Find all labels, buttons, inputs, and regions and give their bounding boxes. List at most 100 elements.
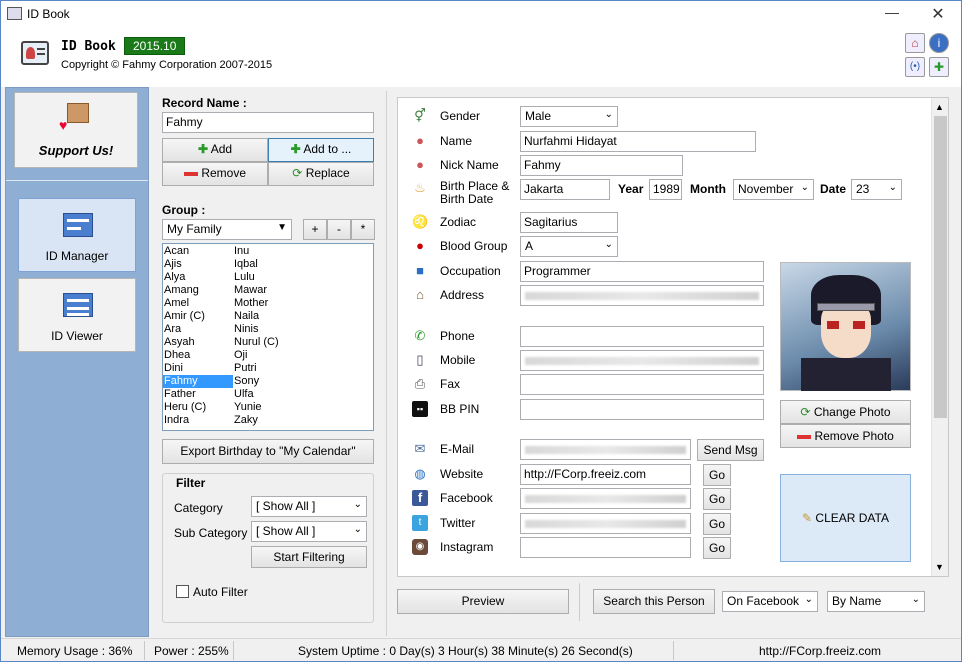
add-button[interactable]: ✚ Add <box>162 138 268 162</box>
list-item[interactable]: Amang <box>163 284 233 297</box>
replace-button[interactable]: ⟳ Replace <box>268 162 374 186</box>
home-icon[interactable]: ⌂ <box>905 33 925 53</box>
nick-name-input[interactable]: Fahmy <box>520 155 683 176</box>
date-select[interactable]: 23 ⌄ <box>851 179 902 200</box>
instagram-go-button[interactable]: Go <box>703 537 731 559</box>
search-person-button[interactable]: Search this Person <box>593 589 715 614</box>
website-go-button[interactable]: Go <box>703 464 731 486</box>
list-item[interactable]: Amel <box>163 297 233 310</box>
zodiac-input[interactable]: Sagitarius <box>520 212 618 233</box>
category-select[interactable]: [ Show All ] ⌄ <box>251 496 367 517</box>
search-mode-select[interactable]: By Name ⌄ <box>827 591 925 612</box>
sync-icon[interactable]: (•) <box>905 57 925 77</box>
list-item[interactable]: Zaky <box>233 414 303 427</box>
house-icon: ⌂ <box>416 287 424 302</box>
start-filtering-button[interactable]: Start Filtering <box>251 546 367 568</box>
name-list[interactable]: Acan Ajis Alya Amang Amel Amir (C) Ara Asyah Dhe… <box>162 243 374 431</box>
year-input[interactable]: 1989 <box>649 179 682 200</box>
profile-photo <box>780 262 911 391</box>
list-item[interactable]: Lulu <box>233 271 303 284</box>
website-link[interactable]: http://FCorp.freeiz.com <box>759 644 881 658</box>
search-site-select[interactable]: On Facebook ⌄ <box>722 591 818 612</box>
change-photo-button[interactable]: ⟳ Change Photo <box>780 400 911 424</box>
close-button[interactable]: ✕ <box>923 4 953 23</box>
list-item[interactable]: Iqbal <box>233 258 303 271</box>
support-us-label: Support Us! <box>38 143 114 158</box>
mobile-input[interactable] <box>520 350 764 371</box>
record-name-input[interactable]: Fahmy <box>162 112 374 133</box>
remove-button[interactable]: Remove <box>162 162 268 186</box>
birth-place-input[interactable]: Jakarta <box>520 179 610 200</box>
list-item[interactable]: Ara <box>163 323 233 336</box>
list-item[interactable]: Fahmy <box>163 375 233 388</box>
instagram-input[interactable] <box>520 537 691 558</box>
list-item[interactable]: Alya <box>163 271 233 284</box>
add-icon[interactable]: ✚ <box>929 57 949 77</box>
list-item[interactable]: Asyah <box>163 336 233 349</box>
vertical-scrollbar[interactable]: ▲ ▼ <box>931 98 948 576</box>
list-item[interactable]: Ajis <box>163 258 233 271</box>
website-input[interactable]: http://FCorp.freeiz.com <box>520 464 691 485</box>
phone-icon: ✆ <box>414 328 426 343</box>
fax-input[interactable] <box>520 374 764 395</box>
twitter-input[interactable] <box>520 513 691 534</box>
list-item[interactable]: Acan <box>163 245 233 258</box>
list-item[interactable]: Inu <box>233 245 303 258</box>
group-add-button[interactable]: + <box>303 219 327 240</box>
list-item[interactable]: Dini <box>163 362 233 375</box>
facebook-icon: f <box>412 490 428 506</box>
list-item[interactable]: Dhea <box>163 349 233 362</box>
list-item[interactable]: Ninis <box>233 323 303 336</box>
group-edit-button[interactable]: * <box>351 219 375 240</box>
occupation-input[interactable]: Programmer <box>520 261 764 282</box>
phone-input[interactable] <box>520 326 764 347</box>
name-input[interactable]: Nurfahmi Hidayat <box>520 131 756 152</box>
clear-data-button[interactable]: ✎ CLEAR DATA <box>780 474 911 562</box>
send-msg-button[interactable]: Send Msg <box>697 439 764 461</box>
chevron-down-icon: ⌄ <box>353 499 362 510</box>
list-item[interactable]: Indra <box>163 414 233 427</box>
list-item[interactable]: Ulfa <box>233 388 303 401</box>
list-item[interactable]: Nurul (C) <box>233 336 303 349</box>
list-item[interactable]: Sony <box>233 375 303 388</box>
support-us-button[interactable]: ♥ Support Us! <box>14 92 138 168</box>
twitter-go-button[interactable]: Go <box>703 513 731 535</box>
month-select[interactable]: November ⌄ <box>733 179 814 200</box>
remove-photo-button[interactable]: Remove Photo <box>780 424 911 448</box>
address-input[interactable] <box>520 285 764 306</box>
blood-group-select[interactable]: A ⌄ <box>520 236 618 257</box>
date-label: Date <box>820 182 847 196</box>
mobile-label: Mobile <box>440 353 476 367</box>
list-item[interactable]: Oji <box>233 349 303 362</box>
sidebar-item-id-manager[interactable]: ID Manager <box>18 198 136 272</box>
facebook-go-button[interactable]: Go <box>703 488 731 510</box>
preview-button[interactable]: Preview <box>397 589 569 614</box>
list-item[interactable]: Amir (C) <box>163 310 233 323</box>
list-item[interactable]: Naila <box>233 310 303 323</box>
export-birthday-button[interactable]: Export Birthday to "My Calendar" <box>162 439 374 464</box>
list-item[interactable]: Father <box>163 388 233 401</box>
cake-icon: ♨ <box>414 180 426 195</box>
list-item[interactable]: Mawar <box>233 284 303 297</box>
add-to-button[interactable]: ✚ Add to ... <box>268 138 374 162</box>
group-select[interactable]: My Family ▼ <box>162 219 292 240</box>
group-remove-button[interactable]: - <box>327 219 351 240</box>
auto-filter-checkbox[interactable] <box>176 585 189 598</box>
list-item[interactable]: Mother <box>233 297 303 310</box>
sub-category-select[interactable]: [ Show All ] ⌄ <box>251 521 367 542</box>
minimize-button[interactable]: — <box>877 4 907 22</box>
plus-icon: ✚ <box>197 142 209 156</box>
info-icon[interactable]: i <box>929 33 949 53</box>
gender-select[interactable]: Male ⌄ <box>520 106 618 127</box>
sidebar-item-id-viewer[interactable]: ID Viewer <box>18 278 136 352</box>
email-input[interactable] <box>520 439 691 460</box>
scroll-thumb[interactable] <box>934 116 947 418</box>
list-item[interactable]: Heru (C) <box>163 401 233 414</box>
filter-title: Filter <box>176 476 206 490</box>
phone-label: Phone <box>440 329 475 343</box>
list-item[interactable]: Yunie <box>233 401 303 414</box>
bb-pin-input[interactable] <box>520 399 764 420</box>
instagram-label: Instagram <box>440 540 494 554</box>
facebook-input[interactable] <box>520 488 691 509</box>
list-item[interactable]: Putri <box>233 362 303 375</box>
